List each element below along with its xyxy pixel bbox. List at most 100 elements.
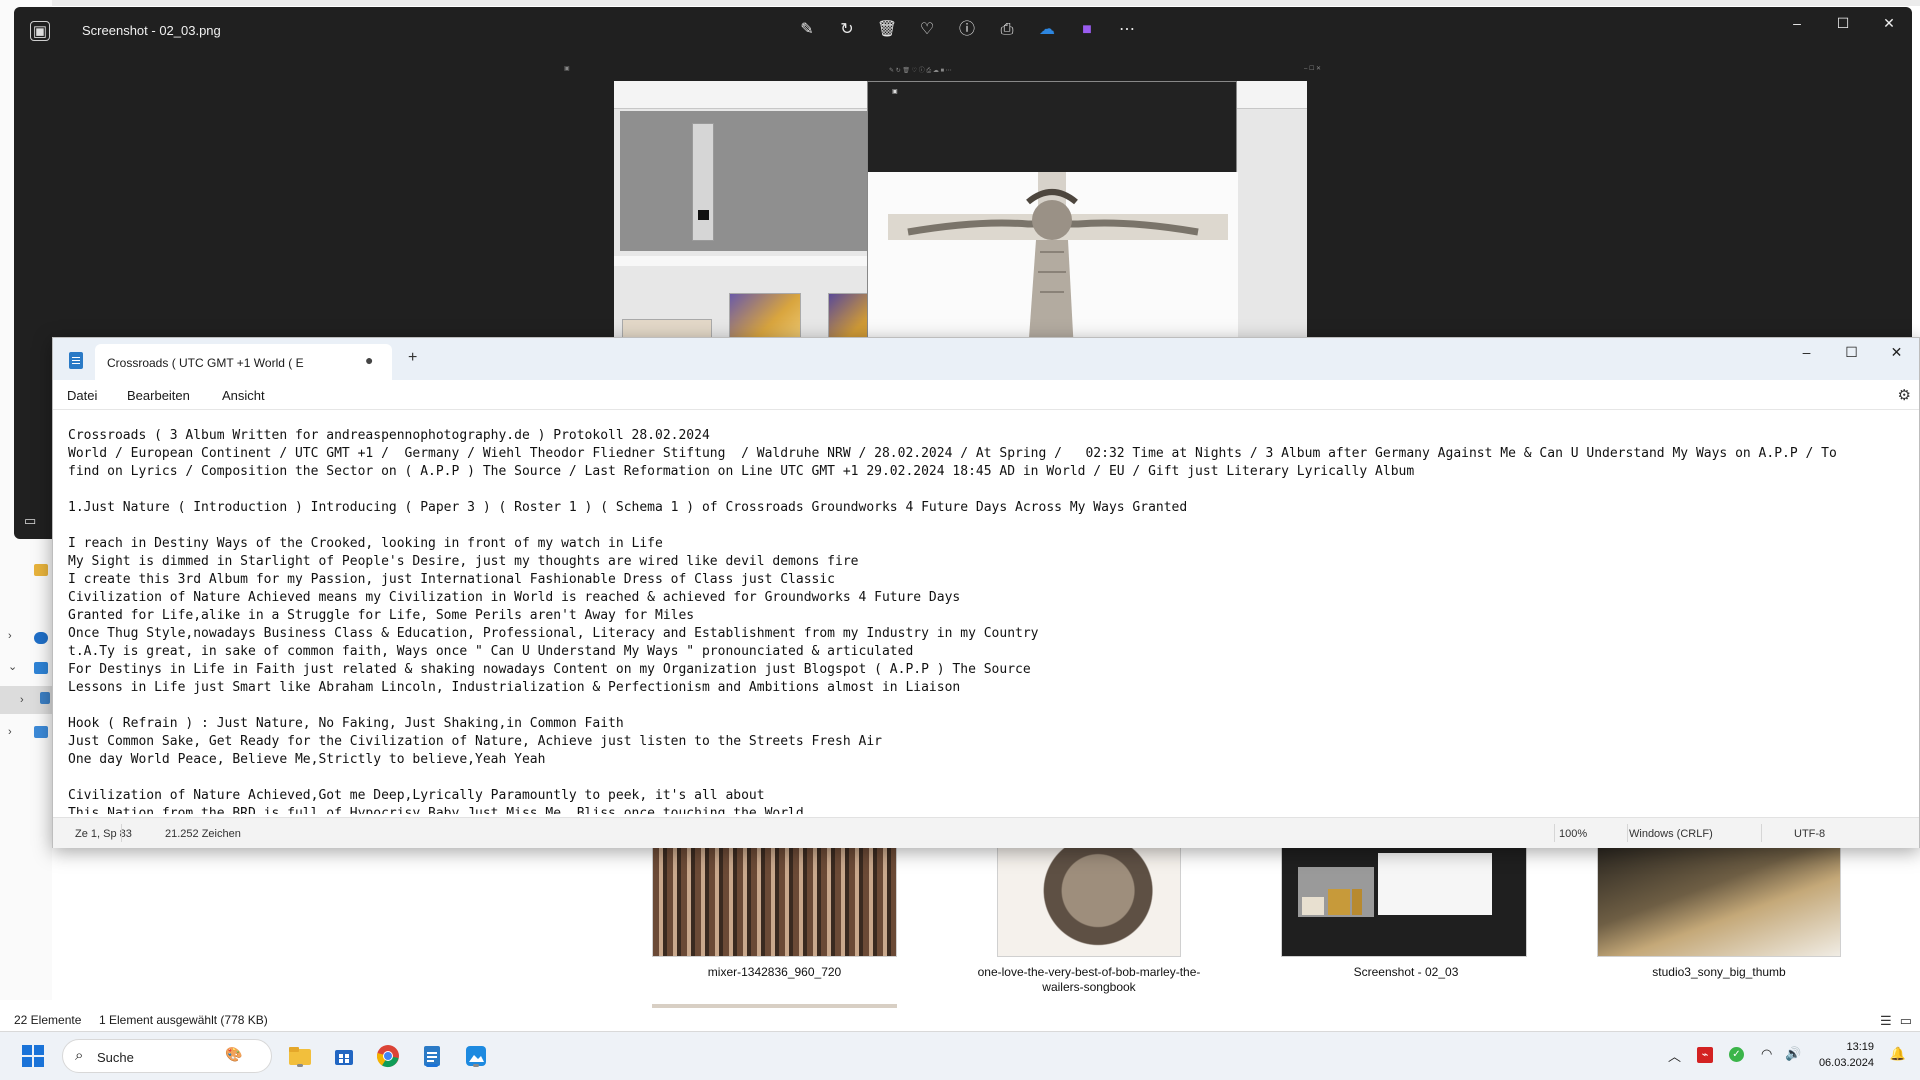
tree-expand-chevron[interactable]: › — [8, 630, 12, 642]
notepad-window: Crossroads ( UTC GMT +1 World ( E ● + – … — [52, 337, 1920, 848]
taskbar-notepad[interactable] — [418, 1042, 446, 1070]
filmstrip-icon[interactable]: ▭ — [24, 513, 36, 529]
menu-edit[interactable]: Bearbeiten — [127, 388, 190, 403]
text-editor[interactable]: Crossroads ( 3 Album Written for andreas… — [53, 411, 1919, 814]
editor-line[interactable] — [68, 481, 1837, 499]
maximize-icon[interactable]: ☐ — [1820, 7, 1866, 39]
taskbar-photos[interactable] — [462, 1042, 490, 1070]
info-icon[interactable]: ⓘ — [956, 19, 978, 41]
onedrive-icon[interactable] — [34, 632, 48, 644]
clock-date: 06.03.2024 — [1818, 1057, 1874, 1069]
tree-collapse-chevron[interactable]: ⌄ — [8, 660, 17, 673]
editor-line[interactable]: Just Common Sake, Get Ready for the Civi… — [68, 733, 1837, 751]
item-count: 22 Elemente — [14, 1013, 82, 1027]
editor-line[interactable]: World / European Continent / UTC GMT +1 … — [68, 445, 1837, 463]
selection-info: 1 Element ausgewählt (778 KB) — [99, 1013, 268, 1027]
editor-line[interactable]: One day World Peace, Believe Me,Strictly… — [68, 751, 1837, 769]
delete-icon[interactable]: 🗑 — [876, 19, 898, 41]
editor-line[interactable]: Civilization of Nature Achieved means my… — [68, 589, 1837, 607]
more-icon[interactable]: ⋯ — [1116, 19, 1138, 41]
search-icon: ⌕ — [75, 1047, 84, 1064]
editor-line[interactable]: For Destinys in Life in Faith just relat… — [68, 661, 1837, 679]
nested-viewer-titlebar: ▣ ✎ ↻ 🗑 ♡ ⓘ ⎙ ☁ ■ ⋯ – ☐ ✕ — [564, 60, 1354, 78]
details-view-icon[interactable]: ☰ — [1880, 1013, 1892, 1029]
notepad-menubar: Datei Bearbeiten Ansicht ⚙ — [53, 380, 1919, 410]
nested-photos-window: ▣ — [867, 81, 1238, 351]
network-icon[interactable] — [34, 726, 48, 738]
close-icon[interactable]: ✕ — [1866, 7, 1912, 39]
thumbnail-image — [997, 846, 1181, 957]
nested-toolbar-icons: ✎ ↻ 🗑 ♡ ⓘ ⎙ ☁ ■ ⋯ — [889, 68, 952, 74]
wifi-icon[interactable]: ◠ — [1761, 1046, 1772, 1062]
thumbnail-caption: one-love-the-very-best-of-bob-marley-the… — [977, 965, 1201, 994]
editor-line[interactable]: find on Lyrics / Composition the Sector … — [68, 463, 1837, 481]
clipchamp-icon[interactable]: ■ — [1076, 19, 1098, 41]
taskbar-chrome[interactable] — [374, 1042, 402, 1070]
editor-line[interactable]: Hook ( Refrain ) : Just Nature, No Fakin… — [68, 715, 1837, 733]
drive-icon[interactable] — [40, 692, 50, 704]
editor-line[interactable]: 1.Just Nature ( Introduction ) Introduci… — [68, 499, 1837, 517]
clock[interactable]: 13:19 06.03.2024 — [1819, 1039, 1874, 1071]
editor-line[interactable]: t.A.Ty is great, in sake of common faith… — [68, 643, 1837, 661]
close-icon[interactable]: ✕ — [1874, 338, 1919, 366]
editor-line[interactable]: Once Thug Style,nowadays Business Class … — [68, 625, 1837, 643]
notification-bell-icon[interactable]: 🔔 — [1890, 1046, 1906, 1062]
large-icons-view-icon[interactable]: ▭ — [1900, 1013, 1912, 1029]
favorite-icon[interactable]: ♡ — [916, 19, 938, 41]
photo-image[interactable]: ▣ ✎ ↻ 🗑 ♡ ⓘ ⎙ ☁ ■ ⋯ – ☐ ✕ ▣ — [564, 66, 1321, 351]
show-hidden-icons-chevron[interactable]: ︿ — [1668, 1046, 1681, 1065]
taskbar-search[interactable]: ⌕ Suche 🎨 — [62, 1039, 272, 1073]
onedrive-icon[interactable]: ☁ — [1036, 19, 1058, 41]
nested-screenshot: ▣ — [614, 81, 1307, 351]
folder-icon — [289, 1047, 311, 1065]
editor-line[interactable]: Granted for Life,alike in a Struggle for… — [68, 607, 1837, 625]
menu-view[interactable]: Ansicht — [222, 388, 265, 403]
maximize-icon[interactable]: ☐ — [1829, 338, 1874, 366]
editor-line[interactable]: Crossroads ( 3 Album Written for andreas… — [68, 427, 1837, 445]
start-button[interactable] — [19, 1042, 47, 1070]
minimize-icon[interactable]: – — [1774, 7, 1820, 39]
editor-line[interactable]: My Sight is dimmed in Starlight of Peopl… — [68, 553, 1837, 571]
windows-logo-icon — [22, 1045, 44, 1067]
menu-file[interactable]: Datei — [67, 388, 97, 403]
acrobat-tray-icon[interactable]: ⌁ — [1697, 1047, 1713, 1063]
print-icon[interactable]: ⎙ — [996, 19, 1018, 41]
folder-icon[interactable] — [34, 564, 48, 576]
line-ending[interactable]: Windows (CRLF) — [1629, 828, 1713, 840]
photos-app-icon: ▣ — [30, 21, 50, 41]
document-tab[interactable]: Crossroads ( UTC GMT +1 World ( E ● — [95, 344, 392, 380]
editor-line[interactable] — [68, 769, 1837, 787]
taskbar-file-explorer[interactable] — [286, 1042, 314, 1070]
editor-line[interactable]: I create this 3rd Album for my Passion, … — [68, 571, 1837, 589]
editor-line[interactable]: I reach in Destiny Ways of the Crooked, … — [68, 535, 1837, 553]
editor-line[interactable]: Civilization of Nature Achieved,Got me D… — [68, 787, 1837, 805]
encoding[interactable]: UTF-8 — [1794, 828, 1825, 840]
edit-icon[interactable]: ✎ — [796, 19, 818, 41]
explorer-status-bar: 22 Elemente 1 Element ausgewählt (778 KB… — [0, 1010, 1920, 1031]
editor-line[interactable]: This Nation from the BRD is full of Hypo… — [68, 805, 1837, 814]
notepad-app-icon — [69, 352, 83, 369]
editor-line[interactable] — [68, 697, 1837, 715]
volume-icon[interactable]: 🔊 — [1785, 1046, 1801, 1062]
taskbar-store[interactable] — [330, 1042, 358, 1070]
editor-line[interactable] — [68, 517, 1837, 535]
search-highlight-icon: 🎨 — [225, 1046, 243, 1062]
settings-gear-icon[interactable]: ⚙ — [1898, 386, 1911, 404]
thumbnail-caption: mixer-1342836_960_720 — [707, 965, 842, 979]
unsaved-dot-icon[interactable]: ● — [365, 352, 373, 368]
character-count: 21.252 Zeichen — [165, 828, 241, 840]
rotate-icon[interactable]: ↻ — [836, 19, 858, 41]
zoom-level[interactable]: 100% — [1559, 828, 1587, 840]
this-pc-icon[interactable] — [34, 662, 48, 674]
tree-expand-chevron[interactable]: › — [8, 726, 12, 738]
editor-content[interactable]: Crossroads ( 3 Album Written for andreas… — [68, 427, 1837, 814]
crucifix-image — [868, 172, 1238, 351]
security-tray-icon[interactable]: ✓ — [1729, 1047, 1744, 1062]
tree-expand-chevron[interactable]: › — [20, 694, 24, 706]
minimize-icon[interactable]: – — [1784, 338, 1829, 366]
notepad-window-controls: – ☐ ✕ — [1784, 338, 1919, 366]
new-tab-icon[interactable]: + — [408, 349, 417, 367]
notepad-status-bar: Ze 1, Sp 83 21.252 Zeichen 100% Windows … — [53, 817, 1919, 848]
thumbnail-image — [1281, 846, 1527, 957]
editor-line[interactable]: Lessons in Life just Smart like Abraham … — [68, 679, 1837, 697]
